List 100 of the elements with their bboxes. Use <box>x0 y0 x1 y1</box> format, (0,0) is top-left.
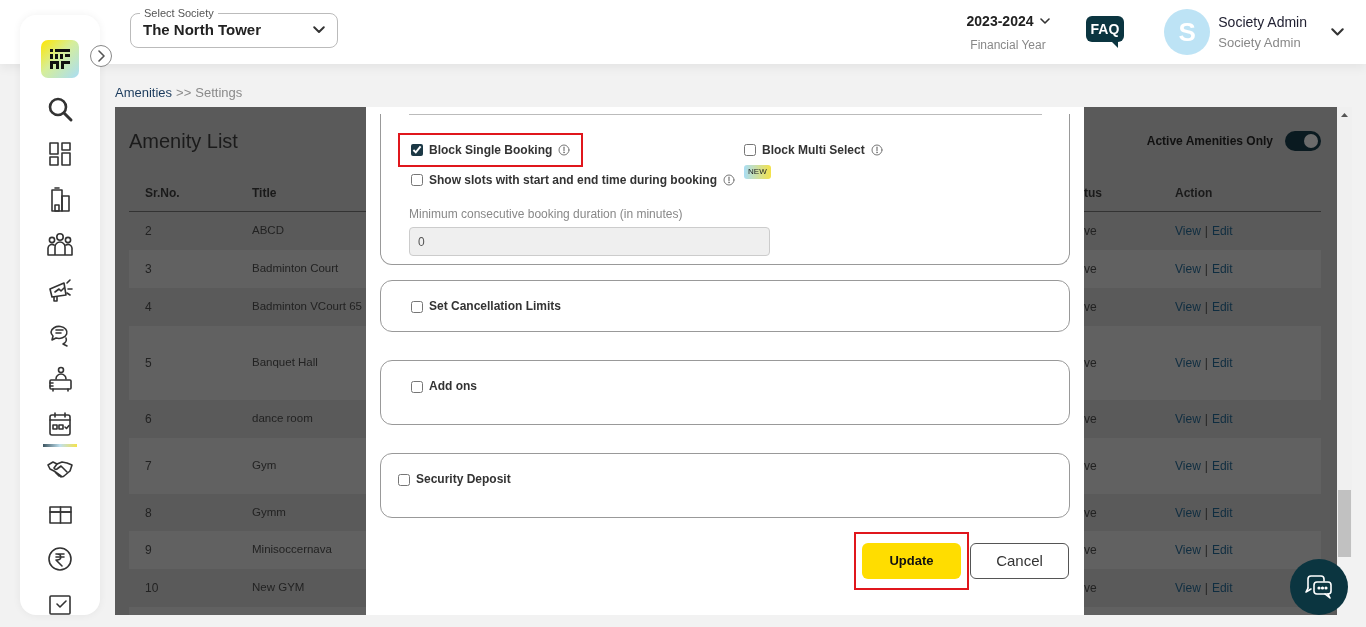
table-cell-text: ve <box>1084 504 1098 522</box>
link-separator: | <box>1204 458 1208 475</box>
avatar: S <box>1164 9 1211 55</box>
table-cell-text: 6 <box>144 411 153 428</box>
link-separator: | <box>1204 542 1208 559</box>
table-cell-text: 9 <box>144 542 153 559</box>
option-label: Show slots with start and end time during booking <box>429 172 717 189</box>
link-separator: | <box>1204 504 1208 522</box>
table-cell-text: Banquet Hall <box>252 355 318 371</box>
table-cell-text: 10 <box>144 580 160 597</box>
column-header: Action <box>1175 185 1213 202</box>
dashboard-icon <box>46 140 74 168</box>
table-cell-text: 3 <box>144 261 153 278</box>
view-link[interactable]: View <box>1175 579 1201 597</box>
table-cell-text: Badminton Court <box>252 261 339 277</box>
edit-link[interactable]: Edit <box>1211 260 1233 278</box>
checkbox[interactable] <box>411 301 423 313</box>
info-icon <box>723 174 735 186</box>
breadcrumb-separator: >> <box>176 83 192 102</box>
page-title: Amenity List <box>129 129 238 154</box>
year-dropdown[interactable]: 2023-2024 <box>966 10 1050 32</box>
table-cell-text: ve <box>1084 261 1098 278</box>
edit-link[interactable]: Edit <box>1211 503 1233 522</box>
table-cell-text: Gym <box>252 458 277 474</box>
table-cell-text: 4 <box>144 299 153 316</box>
edit-link[interactable]: Edit <box>1211 222 1233 240</box>
info-icon <box>870 144 883 156</box>
table-cell-text: New GYM <box>252 580 305 596</box>
edit-link[interactable]: Edit <box>1211 541 1233 559</box>
logo-icon <box>48 48 72 70</box>
table-cell-text: Minisoccernava <box>252 542 332 558</box>
table-cell-text: Badminton VCourt 65 <box>252 299 362 315</box>
table-cell-text: ve <box>1084 458 1098 475</box>
chevron-down-icon <box>1331 28 1344 36</box>
link-separator: | <box>1204 261 1208 278</box>
table-cell-text: 7 <box>144 458 153 475</box>
table-cell-text: 8 <box>144 504 153 522</box>
link-separator: | <box>1204 223 1208 240</box>
table-cell-text: ve <box>1084 411 1098 428</box>
table-cell-text: ve <box>1084 299 1098 316</box>
checkbox[interactable] <box>744 144 756 156</box>
view-link[interactable]: View <box>1175 354 1201 372</box>
option-label: Block Single Booking <box>429 142 553 159</box>
info-icon <box>558 144 571 156</box>
chevron-right-icon <box>96 50 106 62</box>
breadcrumb-current: Settings <box>195 83 243 102</box>
financial-year-label: Financial Year <box>970 36 1046 54</box>
update-button[interactable]: Update <box>862 543 961 579</box>
rupee-icon <box>46 545 74 573</box>
view-link[interactable]: View <box>1175 503 1201 522</box>
search-icon <box>46 95 74 123</box>
people-icon <box>46 230 74 258</box>
user-role: Society Admin <box>1218 33 1302 52</box>
link-separator: | <box>1204 355 1208 372</box>
checkbox[interactable] <box>411 174 423 186</box>
table-cell-text: ABCD <box>252 223 284 239</box>
link-separator: | <box>1204 580 1208 597</box>
table-cell-text: Gymm <box>252 504 286 520</box>
view-link[interactable]: View <box>1175 298 1201 316</box>
toggle-switch[interactable] <box>1285 131 1321 151</box>
view-link[interactable]: View <box>1175 457 1201 475</box>
view-link[interactable]: View <box>1175 541 1201 559</box>
view-link[interactable]: View <box>1175 410 1201 428</box>
edit-link[interactable]: Edit <box>1211 457 1233 475</box>
table-cell-text: ve <box>1084 223 1098 240</box>
user-menu-button[interactable] <box>1331 28 1344 36</box>
chevron-down-icon <box>313 26 325 34</box>
table-cell-text: ve <box>1084 542 1098 559</box>
edit-link[interactable]: Edit <box>1211 354 1233 372</box>
new-tag: NEW <box>744 165 771 179</box>
column-header: Sr.No. <box>144 185 181 202</box>
table-cell-text: ve <box>1084 355 1098 372</box>
option-label: Add ons <box>429 378 477 395</box>
breadcrumb-link[interactable]: Amenities <box>115 82 173 103</box>
toggle-label: Active Amenities Only <box>1146 133 1273 150</box>
table-cell-text: 2 <box>144 223 153 240</box>
view-link[interactable]: View <box>1175 260 1201 278</box>
table-cell-text: 5 <box>144 355 153 372</box>
edit-link[interactable]: Edit <box>1211 410 1233 428</box>
option-label: Set Cancellation Limits <box>429 298 562 315</box>
view-link[interactable]: View <box>1175 222 1201 240</box>
checkbox[interactable] <box>411 381 423 393</box>
link-separator: | <box>1204 299 1208 316</box>
field-label: Minimum consecutive booking duration (in minutes) <box>409 206 684 223</box>
chevron-down-icon <box>1039 18 1050 24</box>
link-separator: | <box>1204 411 1208 428</box>
checkbox[interactable] <box>398 474 410 486</box>
column-header: Title <box>252 185 277 202</box>
column-header: tus <box>1084 185 1103 202</box>
chat-icon <box>1304 574 1334 600</box>
edit-link[interactable]: Edit <box>1211 579 1233 597</box>
option-label: Security Deposit <box>416 471 511 488</box>
edit-link[interactable]: Edit <box>1211 298 1233 316</box>
user-name: Society Admin <box>1218 12 1307 32</box>
calendar-icon <box>46 410 74 438</box>
reception-desk-icon <box>46 365 74 393</box>
table-cell-text: ve <box>1084 580 1098 597</box>
option-label: Block Multi Select <box>762 142 865 159</box>
checkbox[interactable] <box>411 144 423 156</box>
cancel-button[interactable]: Cancel <box>970 543 1069 579</box>
